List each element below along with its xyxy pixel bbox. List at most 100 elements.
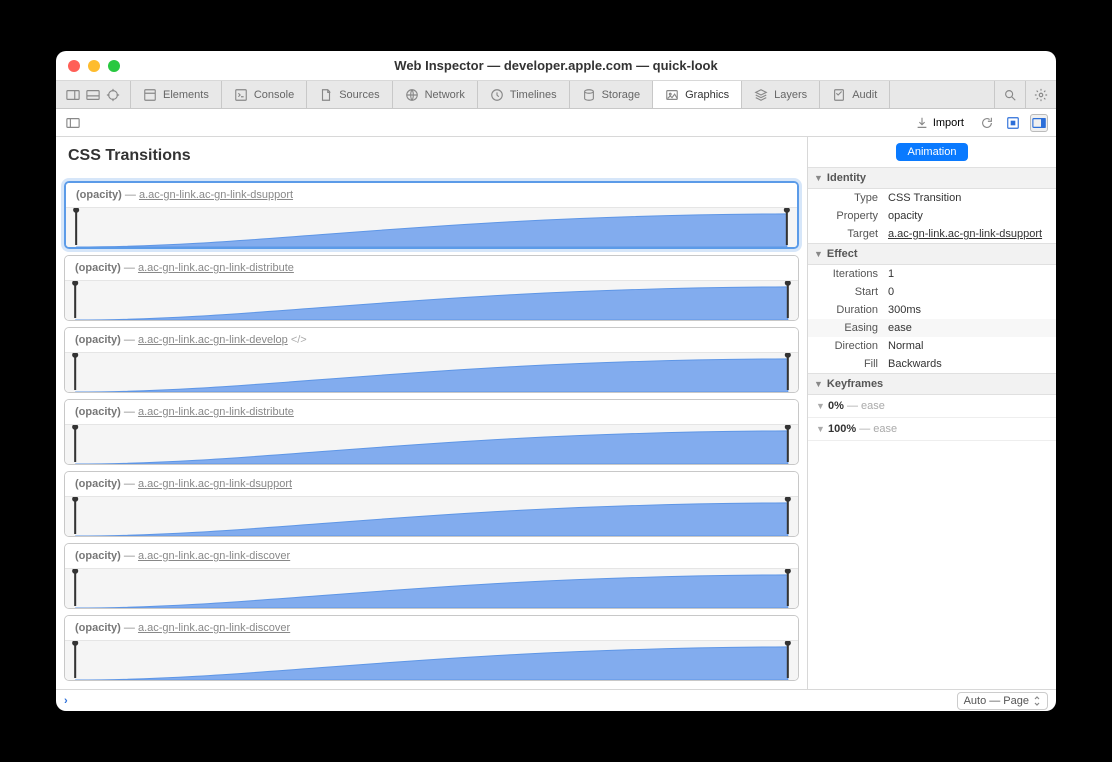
tab-sources[interactable]: Sources [307,81,392,108]
dock-detach-icon [106,88,120,102]
section-title: CSS Transitions [56,137,807,175]
effect-iterations-row: Iterations1 [808,265,1056,283]
keyframe-percent: 100% [828,423,856,435]
animation-card-header: (opacity) — a.ac-gn-link.ac-gn-link-dsup… [66,183,797,207]
stepper-icon [1033,695,1041,707]
tab-timelines[interactable]: Timelines [478,81,570,108]
keyframe-row[interactable]: ▼ 100% — ease [808,418,1056,441]
target-link[interactable]: a.ac-gn-link.ac-gn-link-dsupport [138,478,292,490]
page-mode-selector[interactable]: Auto — Page [957,692,1048,710]
animation-card[interactable]: (opacity) — a.ac-gn-link.ac-gn-link-dsup… [64,471,799,537]
zoom-icon[interactable] [108,60,120,72]
tab-audit[interactable]: Audit [820,81,890,108]
animation-card[interactable]: (opacity) — a.ac-gn-link.ac-gn-link-deve… [64,327,799,393]
keyframe-row[interactable]: ▼ 0% — ease [808,395,1056,418]
search-icon [1003,88,1017,102]
identity-target-row: Targeta.ac-gn-link.ac-gn-link-dsupport [808,225,1056,243]
row-label: Start [808,286,888,298]
animation-curve [66,207,797,247]
layers-icon [754,88,768,102]
row-value: 300ms [888,304,1056,316]
identity-header[interactable]: ▼Identity [808,167,1056,189]
console-prompt-icon[interactable]: › [64,695,68,707]
effect-fill-row: FillBackwards [808,355,1056,373]
reload-button[interactable] [978,114,996,132]
tab-label: Timelines [510,89,557,101]
animation-card[interactable]: (opacity) — a.ac-gn-link.ac-gn-link-dist… [64,255,799,321]
import-button[interactable]: Import [909,114,970,132]
dock-right-icon [66,88,80,102]
target-link[interactable]: a.ac-gn-link.ac-gn-link-develop [138,334,288,346]
fullscreen-icon [1006,116,1020,130]
keyframes-header[interactable]: ▼Keyframes [808,373,1056,395]
target-link[interactable]: a.ac-gn-link.ac-gn-link-distribute [138,406,294,418]
toggle-details-sidebar[interactable] [1030,114,1048,132]
header-label: Identity [827,172,866,184]
dock-controls[interactable] [56,81,131,108]
close-icon[interactable] [68,60,80,72]
window-title: Web Inspector — developer.apple.com — qu… [56,58,1056,73]
animation-card[interactable]: (opacity) — a.ac-gn-link.ac-gn-link-dist… [64,399,799,465]
tab-label: Network [425,89,465,101]
disclosure-triangle-icon: ▼ [816,424,825,434]
animation-card[interactable]: (opacity) — a.ac-gn-link.ac-gn-link-disc… [64,615,799,681]
sidebar-badge-container: Animation [808,137,1056,167]
sub-toolbar: Import [56,109,1056,137]
target-link[interactable]: a.ac-gn-link.ac-gn-link-dsupport [139,189,293,201]
timelines-icon [490,88,504,102]
tab-spacer [890,81,994,108]
property-name: (opacity) [75,406,121,418]
animation-curve [65,424,798,464]
tab-elements[interactable]: Elements [131,81,222,108]
sources-icon [319,88,333,102]
keyframe-easing: — ease [847,400,885,412]
toggle-navigation-sidebar[interactable] [64,114,82,132]
tab-storage[interactable]: Storage [570,81,654,108]
target-link[interactable]: a.ac-gn-link.ac-gn-link-distribute [138,262,294,274]
animation-card[interactable]: (opacity) — a.ac-gn-link.ac-gn-link-dsup… [64,181,799,249]
row-value: Backwards [888,358,1056,370]
row-value[interactable]: a.ac-gn-link.ac-gn-link-dsupport [888,228,1056,240]
tab-label: Elements [163,89,209,101]
animation-card[interactable]: (opacity) — a.ac-gn-link.ac-gn-link-disc… [64,543,799,609]
graphics-icon [665,88,679,102]
animation-card-header: (opacity) — a.ac-gn-link.ac-gn-link-dist… [65,256,798,280]
row-label: Iterations [808,268,888,280]
tab-label: Console [254,89,294,101]
row-value: ease [888,322,1056,334]
download-icon [915,116,929,130]
tab-label: Storage [602,89,641,101]
row-label: Easing [808,322,888,334]
effect-header[interactable]: ▼Effect [808,243,1056,265]
effect-easing-row: Easingease [808,319,1056,337]
separator: — [122,189,139,201]
animation-card-header: (opacity) — a.ac-gn-link.ac-gn-link-disc… [65,616,798,640]
tab-bar: Elements Console Sources Network Timelin… [56,81,1056,109]
animation-curve [65,568,798,608]
separator: — [121,334,138,346]
network-icon [405,88,419,102]
tab-label: Layers [774,89,807,101]
fullscreen-button[interactable] [1004,114,1022,132]
separator: — [121,262,138,274]
elements-icon [143,88,157,102]
main-content[interactable]: CSS Transitions (opacity) — a.ac-gn-link… [56,137,808,689]
storage-icon [582,88,596,102]
titlebar: Web Inspector — developer.apple.com — qu… [56,51,1056,81]
search-button[interactable] [994,81,1025,108]
tab-graphics[interactable]: Graphics [653,81,742,108]
footer-bar: › Auto — Page [56,689,1056,711]
row-value: opacity [888,210,1056,222]
target-link[interactable]: a.ac-gn-link.ac-gn-link-discover [138,622,290,634]
inspector-window: Web Inspector — developer.apple.com — qu… [56,51,1056,711]
animation-curve [65,496,798,536]
page-mode-label: Auto — Page [964,695,1029,707]
settings-button[interactable] [1025,81,1056,108]
body: CSS Transitions (opacity) — a.ac-gn-link… [56,137,1056,689]
tab-layers[interactable]: Layers [742,81,820,108]
tab-network[interactable]: Network [393,81,478,108]
tab-console[interactable]: Console [222,81,307,108]
target-link[interactable]: a.ac-gn-link.ac-gn-link-discover [138,550,290,562]
minimize-icon[interactable] [88,60,100,72]
animation-curve [65,280,798,320]
